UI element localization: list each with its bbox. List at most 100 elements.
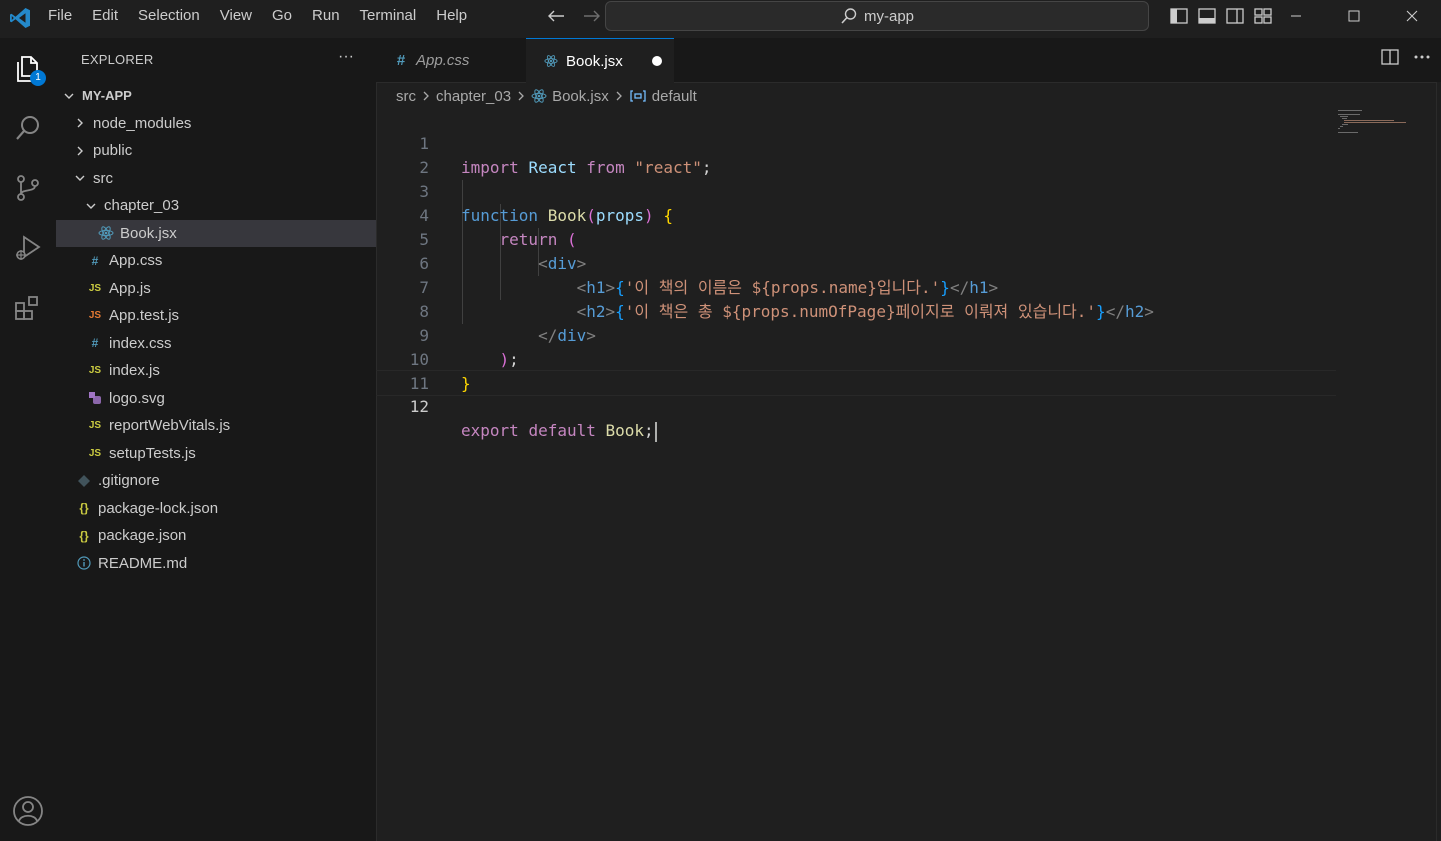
css-hash-icon: # bbox=[396, 51, 406, 69]
javascript-icon: JS bbox=[88, 365, 102, 377]
tab-label: App.css bbox=[416, 51, 470, 69]
tree-item-package-lock-json[interactable]: {} package-lock.json bbox=[56, 495, 376, 523]
code-line-2: 2 bbox=[376, 132, 1336, 177]
split-editor-icon[interactable] bbox=[1381, 48, 1399, 66]
json-braces-icon: {} bbox=[79, 528, 89, 543]
tree-item-label: index.js bbox=[109, 362, 160, 380]
javascript-icon: JS bbox=[88, 420, 102, 432]
breadcrumb-default[interactable]: default bbox=[652, 88, 697, 105]
forward-arrow-icon[interactable] bbox=[581, 4, 603, 28]
test-js-icon: JS bbox=[88, 310, 102, 322]
tab-app-css[interactable]: # App.css bbox=[376, 38, 527, 82]
tree-item-src[interactable]: src bbox=[56, 165, 376, 193]
explorer-title: EXPLORER bbox=[81, 52, 154, 67]
code-line-11: 11 bbox=[376, 348, 1336, 393]
react-icon bbox=[531, 88, 547, 104]
unsaved-dot-icon[interactable] bbox=[652, 56, 662, 66]
tree-item-label: Book.jsx bbox=[120, 224, 177, 242]
layout-controls bbox=[1168, 4, 1274, 28]
tab-book-jsx[interactable]: Book.jsx bbox=[526, 38, 674, 83]
title-bar: File Edit Selection View Go Run Terminal Help m… bbox=[0, 0, 1441, 39]
tree-item-index-js[interactable]: JS index.js bbox=[56, 357, 376, 385]
back-arrow-icon[interactable] bbox=[545, 4, 567, 28]
tree-item-label: README.md bbox=[98, 554, 188, 572]
code-line-5: 5 <div> bbox=[376, 204, 1336, 273]
tree-item-node-modules[interactable]: node_modules bbox=[56, 110, 376, 138]
tree-item-label: logo.svg bbox=[109, 389, 165, 407]
tree-item-app-js[interactable]: JS App.js bbox=[56, 275, 376, 303]
menu-file[interactable]: File bbox=[38, 0, 82, 32]
command-center-search[interactable]: my-app bbox=[605, 1, 1149, 31]
tree-root-my-app[interactable]: MY-APP bbox=[56, 82, 376, 110]
css-hash-icon: # bbox=[91, 336, 99, 351]
search-label: my-app bbox=[863, 7, 915, 25]
breadcrumb-book-jsx[interactable]: Book.jsx bbox=[552, 88, 609, 105]
tree-item-label: src bbox=[93, 169, 113, 187]
explorer-badge: 1 bbox=[30, 70, 46, 86]
code-line-7: 7 <h2>{'이 책은 총 ${props.numOfPage}페이지로 이뤄… bbox=[376, 252, 1336, 321]
chevron-right-icon bbox=[614, 90, 624, 102]
react-icon bbox=[98, 225, 114, 241]
javascript-icon: JS bbox=[88, 447, 102, 459]
code-editor[interactable]: 1 import React from "react"; 2 3 functio… bbox=[376, 108, 1336, 841]
account-icon[interactable] bbox=[8, 791, 48, 831]
menu-terminal[interactable]: Terminal bbox=[350, 0, 427, 32]
breadcrumb: src chapter_03 Book.jsx default bbox=[396, 86, 697, 106]
tree-item-label: reportWebVitals.js bbox=[109, 417, 231, 435]
chevron-down-icon bbox=[62, 89, 76, 103]
keyword-export: export bbox=[461, 421, 519, 440]
tree-root-label: MY-APP bbox=[82, 88, 132, 104]
run-debug-icon[interactable] bbox=[8, 228, 48, 268]
code-line-12: 12 export default Book; bbox=[376, 370, 1336, 442]
tree-item-label: index.css bbox=[109, 334, 172, 352]
maximize-icon[interactable] bbox=[1325, 0, 1383, 32]
menu-edit[interactable]: Edit bbox=[82, 0, 128, 32]
text-cursor bbox=[654, 421, 657, 442]
identifier-book: Book bbox=[605, 421, 645, 440]
tree-item-label: setupTests.js bbox=[109, 444, 196, 462]
tree-item-chapter-03[interactable]: chapter_03 bbox=[56, 192, 376, 220]
chevron-right-icon bbox=[516, 90, 526, 102]
react-icon bbox=[544, 53, 558, 69]
menu-bar: File Edit Selection View Go Run Terminal Help bbox=[38, 0, 477, 32]
toggle-secondary-sidebar-icon[interactable] bbox=[1224, 4, 1246, 28]
more-actions-icon[interactable] bbox=[1413, 54, 1431, 60]
tree-item-reportwebvitals-js[interactable]: JS reportWebVitals.js bbox=[56, 412, 376, 440]
breadcrumb-chapter-03[interactable]: chapter_03 bbox=[436, 88, 511, 105]
source-control-icon[interactable] bbox=[8, 168, 48, 208]
breadcrumb-src[interactable]: src bbox=[396, 88, 416, 105]
search-icon[interactable] bbox=[8, 108, 48, 148]
toggle-panel-icon[interactable] bbox=[1196, 4, 1218, 28]
menu-view[interactable]: View bbox=[210, 0, 262, 32]
more-actions-icon[interactable]: ··· bbox=[338, 48, 354, 66]
menu-go[interactable]: Go bbox=[262, 0, 302, 32]
tree-item-book-jsx[interactable]: Book.jsx bbox=[56, 219, 376, 247]
extensions-icon[interactable] bbox=[8, 288, 48, 328]
tree-item-public[interactable]: public bbox=[56, 137, 376, 165]
tree-item-logo-svg[interactable]: logo.svg bbox=[56, 385, 376, 413]
semicolon: ; bbox=[644, 421, 654, 440]
info-icon bbox=[76, 555, 92, 571]
tree-item-label: App.css bbox=[109, 252, 163, 270]
tree-item-app-test-js[interactable]: JS App.test.js bbox=[56, 302, 376, 330]
tree-item-label: .gitignore bbox=[98, 472, 160, 490]
tree-item-package-json[interactable]: {} package.json bbox=[56, 522, 376, 550]
menu-run[interactable]: Run bbox=[302, 0, 350, 32]
tree-item-setuptests-js[interactable]: JS setupTests.js bbox=[56, 440, 376, 468]
minimap[interactable] bbox=[1338, 104, 1434, 144]
code-line-3: 3 function Book(props) { bbox=[376, 156, 1336, 225]
file-tree: MY-APP node_modules public src chapter_03 Bo… bbox=[56, 82, 376, 577]
toggle-primary-sidebar-icon[interactable] bbox=[1168, 4, 1190, 28]
javascript-icon: JS bbox=[88, 282, 102, 294]
vertical-scrollbar[interactable] bbox=[1436, 82, 1441, 841]
minimize-icon[interactable] bbox=[1267, 0, 1325, 32]
explorer-icon[interactable]: 1 bbox=[8, 48, 48, 88]
tree-item-readme-md[interactable]: README.md bbox=[56, 550, 376, 578]
code-line-9: 9 ); bbox=[376, 300, 1336, 369]
tree-item-index-css[interactable]: # index.css bbox=[56, 330, 376, 358]
close-icon[interactable] bbox=[1383, 0, 1441, 32]
menu-selection[interactable]: Selection bbox=[128, 0, 210, 32]
tree-item-gitignore[interactable]: .gitignore bbox=[56, 467, 376, 495]
menu-help[interactable]: Help bbox=[426, 0, 477, 32]
tree-item-app-css[interactable]: # App.css bbox=[56, 247, 376, 275]
